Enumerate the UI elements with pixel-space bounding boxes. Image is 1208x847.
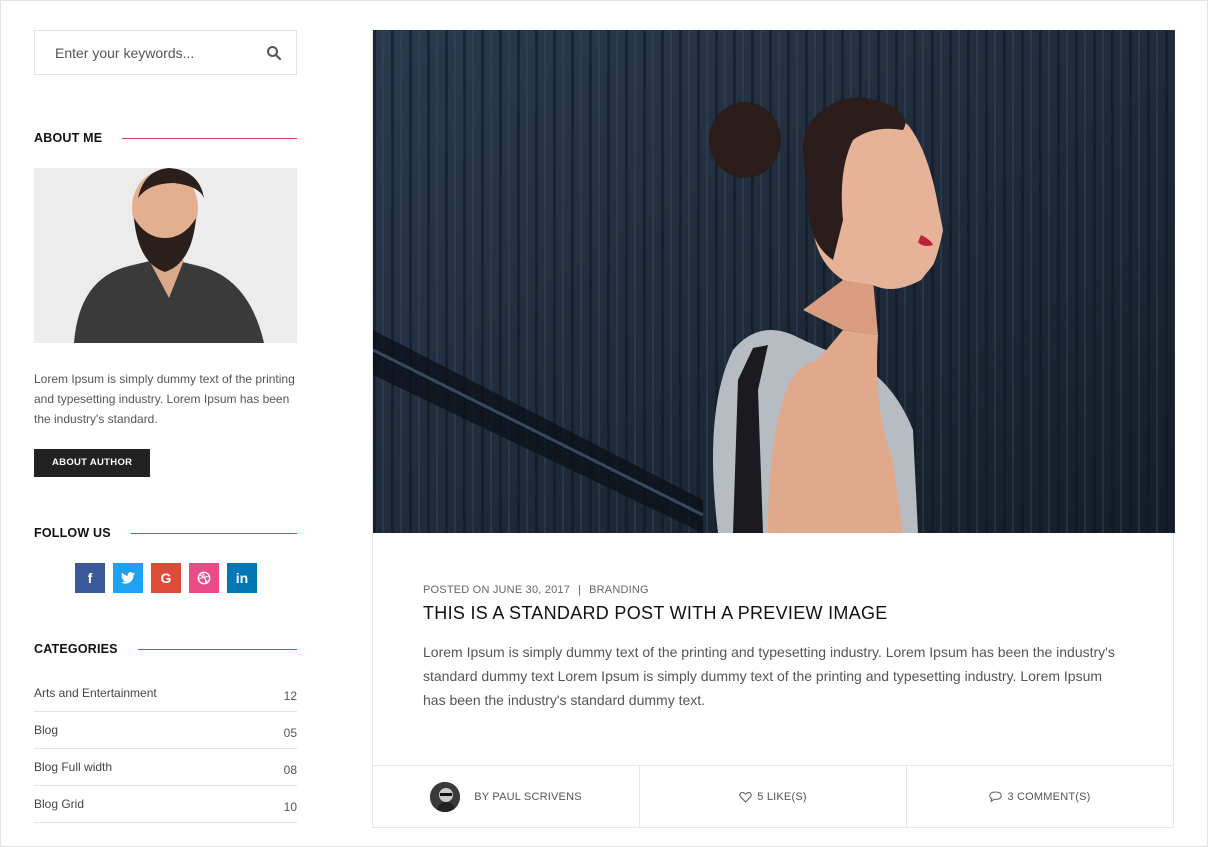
about-author-button[interactable]: ABOUT AUTHOR bbox=[34, 449, 151, 477]
comments-count: 3 COMMENT(S) bbox=[1007, 790, 1091, 803]
category-count: 05 bbox=[283, 726, 297, 740]
sidebar: ABOUT ME Lorem Ipsum is simply dummy tex… bbox=[34, 30, 297, 823]
category-label[interactable]: Blog Full width bbox=[34, 760, 112, 774]
facebook-icon[interactable]: f bbox=[75, 563, 105, 593]
about-title-text: ABOUT ME bbox=[34, 131, 103, 145]
category-item[interactable]: Arts and Entertainment 12 bbox=[34, 675, 297, 712]
follow-widget-title: FOLLOW US bbox=[34, 525, 297, 541]
category-count: 12 bbox=[283, 689, 297, 703]
category-item[interactable]: Blog Full width 08 bbox=[34, 749, 297, 786]
category-list: Arts and Entertainment 12 Blog 05 Blog Ful… bbox=[34, 675, 297, 823]
post-likes[interactable]: 5 LIKE(S) bbox=[639, 766, 906, 827]
post-author[interactable]: BY PAUL SCRIVENS bbox=[373, 766, 639, 827]
title-divider bbox=[122, 137, 297, 139]
google-plus-icon[interactable]: G bbox=[151, 563, 181, 593]
search-icon[interactable] bbox=[266, 45, 282, 61]
heart-icon bbox=[739, 791, 753, 803]
post-comments[interactable]: 3 COMMENT(S) bbox=[906, 766, 1173, 827]
search-input[interactable] bbox=[35, 31, 255, 74]
category-item[interactable]: Blog 05 bbox=[34, 712, 297, 749]
categories-title-text: CATEGORIES bbox=[34, 642, 118, 656]
post-meta: POSTED ON JUNE 30, 2017 | BRANDING bbox=[423, 584, 1123, 596]
author-photo bbox=[34, 168, 297, 343]
category-label[interactable]: Blog bbox=[34, 723, 58, 737]
post-body: POSTED ON JUNE 30, 2017 | BRANDING THIS IS… bbox=[373, 533, 1173, 712]
social-links: f G in bbox=[34, 563, 297, 593]
categories-widget-title: CATEGORIES bbox=[34, 641, 297, 657]
search-box bbox=[34, 30, 297, 75]
comment-icon bbox=[989, 791, 1003, 802]
post-footer: BY PAUL SCRIVENS 5 LIKE(S) 3 COMMENT(S) bbox=[373, 765, 1173, 827]
category-label[interactable]: Blog Grid bbox=[34, 797, 84, 811]
post-title[interactable]: THIS IS A STANDARD POST WITH A PREVIEW I… bbox=[423, 603, 1123, 624]
post-date: POSTED ON JUNE 30, 2017 bbox=[423, 584, 571, 596]
follow-title-text: FOLLOW US bbox=[34, 526, 111, 540]
title-divider bbox=[137, 648, 297, 650]
author-avatar bbox=[430, 781, 461, 812]
twitter-icon[interactable] bbox=[113, 563, 143, 593]
linkedin-icon[interactable]: in bbox=[227, 563, 257, 593]
meta-separator: | bbox=[578, 584, 582, 596]
about-widget-title: ABOUT ME bbox=[34, 130, 297, 146]
post-preview-image[interactable] bbox=[373, 30, 1175, 533]
category-item[interactable]: Blog Grid 10 bbox=[34, 786, 297, 823]
about-description: Lorem Ipsum is simply dummy text of the … bbox=[34, 372, 295, 426]
dribbble-icon[interactable] bbox=[189, 563, 219, 593]
category-count: 10 bbox=[283, 800, 297, 814]
blog-post-card: POSTED ON JUNE 30, 2017 | BRANDING THIS IS… bbox=[372, 30, 1175, 828]
category-label[interactable]: Arts and Entertainment bbox=[34, 686, 157, 700]
post-excerpt: Lorem Ipsum is simply dummy text of the … bbox=[423, 644, 1115, 708]
post-category-link[interactable]: BRANDING bbox=[589, 584, 649, 596]
likes-count: 5 LIKE(S) bbox=[757, 790, 807, 803]
title-divider bbox=[130, 532, 297, 534]
author-name[interactable]: BY PAUL SCRIVENS bbox=[474, 791, 582, 803]
category-count: 08 bbox=[283, 763, 297, 777]
